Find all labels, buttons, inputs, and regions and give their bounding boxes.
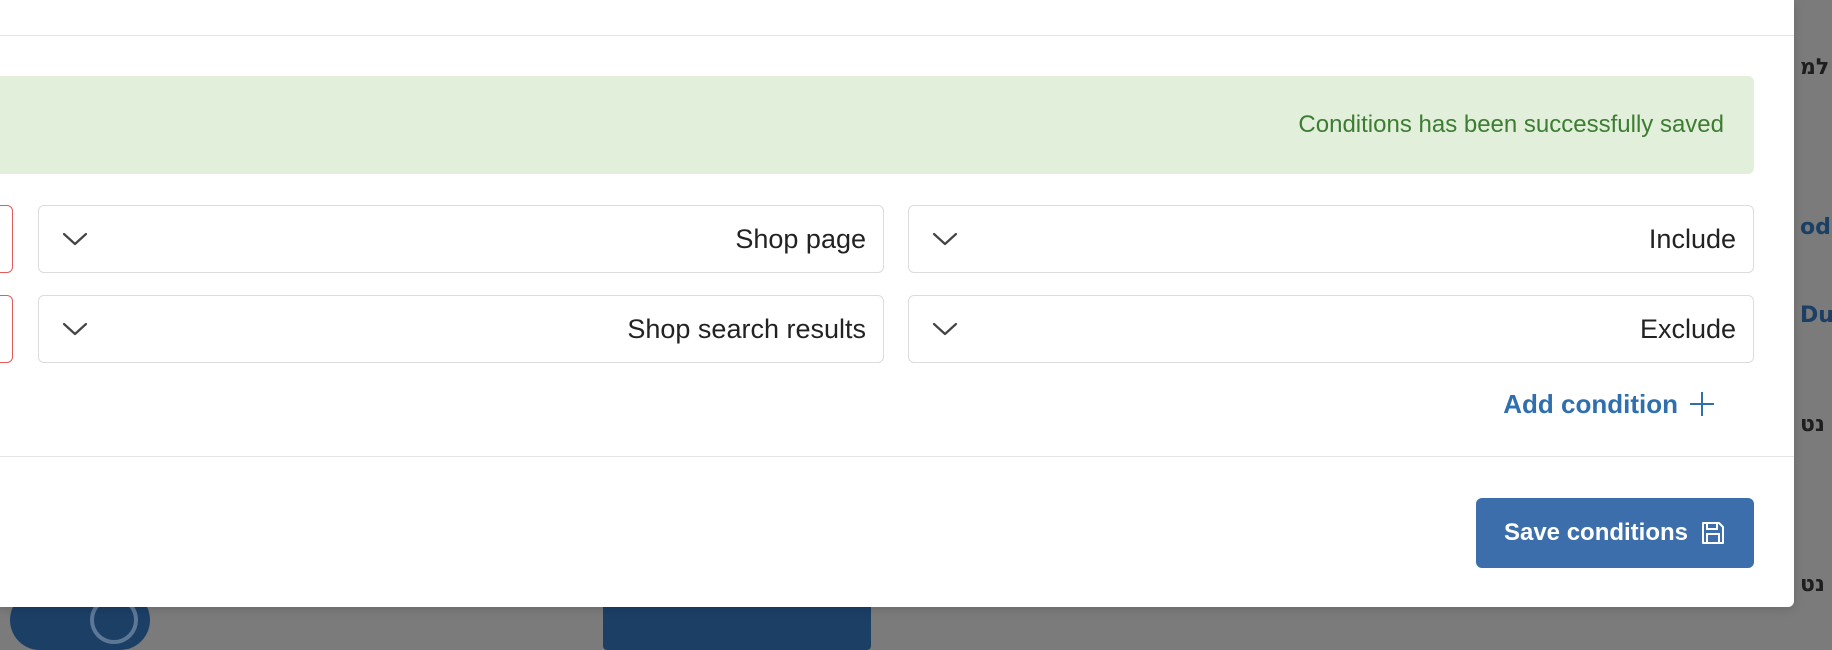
add-condition-label: Add condition xyxy=(1503,388,1678,419)
condition-target-value: Shop page xyxy=(735,223,866,254)
condition-type-select[interactable]: Include xyxy=(908,205,1754,273)
chevron-down-icon xyxy=(932,322,958,336)
save-icon xyxy=(1702,522,1725,544)
save-conditions-label: Save conditions xyxy=(1503,519,1689,546)
condition-type-value: Include xyxy=(1648,223,1736,254)
condition-target-value: Shop search results xyxy=(627,313,866,344)
remove-condition-button[interactable] xyxy=(0,205,13,273)
modal-footer-divider xyxy=(0,456,1794,457)
background-link: od xyxy=(1800,215,1831,240)
chevron-down-icon xyxy=(932,232,958,246)
background-text: למ xyxy=(1800,55,1830,80)
plus-icon xyxy=(1690,392,1714,416)
add-condition-button[interactable]: Add condition xyxy=(1503,386,1716,422)
chevron-down-icon xyxy=(62,322,88,336)
condition-type-value: Exclude xyxy=(1639,313,1736,344)
conditions-modal: Conditions has been successfully saved S… xyxy=(0,0,1794,607)
success-alert: Conditions has been successfully saved xyxy=(0,76,1754,174)
background-link: Du xyxy=(1800,303,1832,328)
background-text: נט xyxy=(1800,572,1825,597)
modal-header-divider xyxy=(0,35,1794,36)
success-alert-message: Conditions has been successfully saved xyxy=(1298,111,1724,138)
chevron-down-icon xyxy=(62,232,88,246)
save-conditions-button[interactable]: Save conditions xyxy=(1476,498,1754,568)
condition-target-select[interactable]: Shop page xyxy=(38,205,884,273)
condition-target-select[interactable]: Shop search results xyxy=(38,295,884,363)
condition-type-select[interactable]: Exclude xyxy=(908,295,1754,363)
remove-condition-button[interactable] xyxy=(0,295,13,363)
background-button xyxy=(603,600,871,650)
background-text: נט xyxy=(1800,412,1825,437)
